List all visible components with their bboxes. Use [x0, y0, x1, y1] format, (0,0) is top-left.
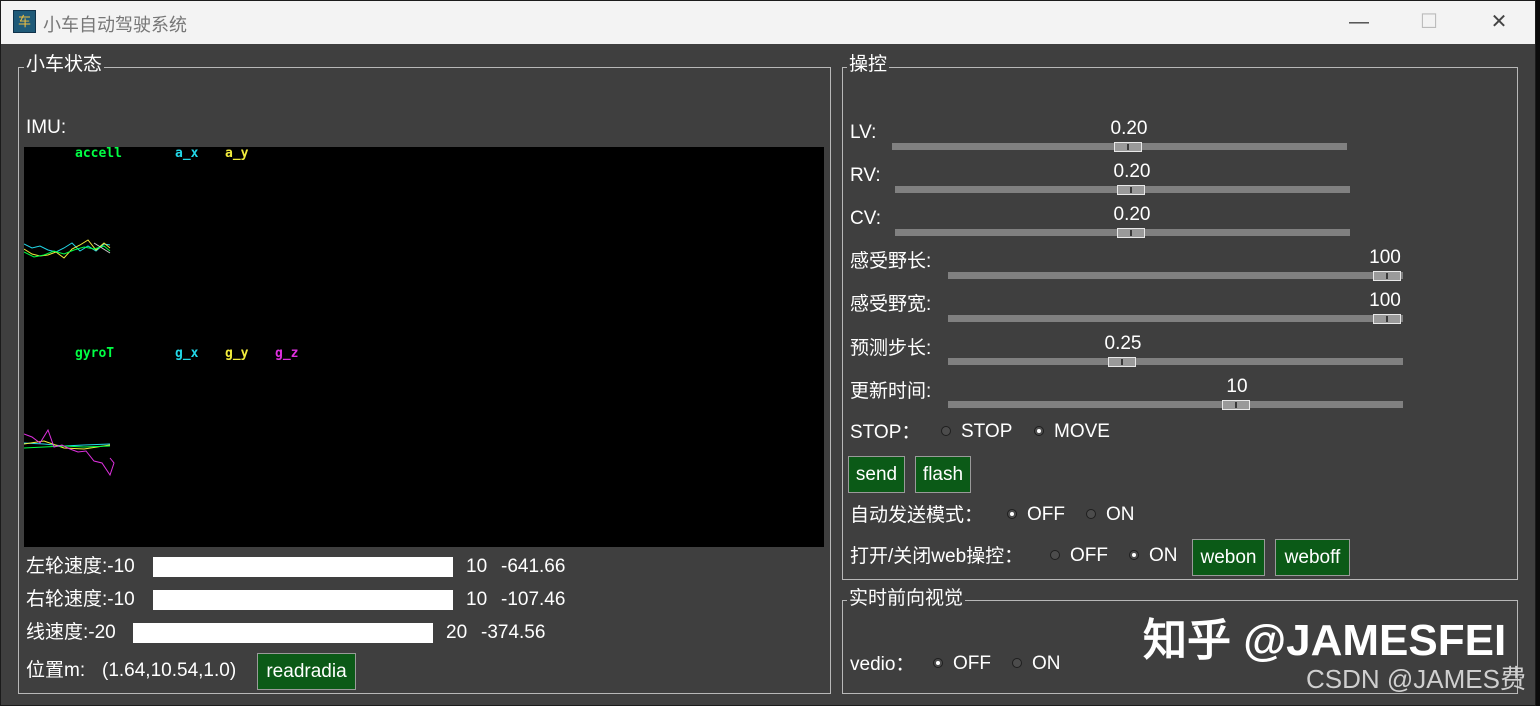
update-time-slider-handle[interactable]	[1222, 400, 1250, 410]
close-button[interactable]: ✕	[1469, 7, 1529, 37]
stop-radio[interactable]	[941, 426, 951, 436]
right-wheel-value: -107.46	[501, 589, 566, 610]
vedio-on-label[interactable]: ON	[1032, 653, 1061, 675]
left-wheel-value: -641.66	[501, 556, 566, 577]
rv-label: RV:	[850, 165, 881, 186]
stop-option-label[interactable]: STOP	[961, 421, 1012, 443]
imu-label: IMU:	[26, 117, 67, 138]
web-on-label[interactable]: ON	[1149, 545, 1178, 567]
status-frame-title: 小车状态	[24, 54, 105, 75]
left-wheel-max: 10	[466, 556, 488, 577]
webon-button[interactable]: webon	[1192, 539, 1265, 576]
linear-speed-label: 线速度:-20	[26, 622, 116, 643]
linear-speed-max: 20	[446, 622, 468, 643]
right-wheel-max: 10	[466, 589, 488, 610]
cv-label: CV:	[850, 208, 881, 229]
vision-frame-title: 实时前向视觉	[847, 588, 966, 609]
control-frame-title: 操控	[847, 54, 890, 75]
update-time-slider[interactable]	[948, 401, 1403, 408]
web-control-label: 打开/关闭web操控：	[850, 546, 1024, 567]
auto-off-label[interactable]: OFF	[1027, 504, 1065, 526]
predict-step-slider[interactable]	[948, 358, 1403, 365]
cv-slider-handle[interactable]	[1117, 228, 1145, 238]
left-wheel-bar	[153, 557, 453, 577]
send-button[interactable]: send	[848, 456, 905, 493]
lv-value: 0.20	[1110, 118, 1148, 139]
gyro-trace-cyan	[24, 442, 111, 447]
lv-slider-handle[interactable]	[1114, 142, 1142, 152]
flash-button[interactable]: flash	[915, 456, 971, 493]
imu-traces	[24, 239, 115, 477]
rv-slider-handle[interactable]	[1117, 185, 1145, 195]
auto-off-radio[interactable]	[1007, 509, 1017, 519]
left-wheel-label: 左轮速度:-10	[26, 556, 135, 577]
predict-step-slider-handle[interactable]	[1108, 357, 1136, 367]
rf-width-label: 感受野宽:	[850, 294, 932, 315]
predict-step-value: 0.25	[1104, 333, 1142, 354]
vedio-off-radio[interactable]	[933, 658, 943, 668]
zhihu-watermark: 知乎 @JAMESFEI	[1143, 616, 1507, 665]
rf-length-label: 感受野长:	[850, 251, 932, 272]
web-off-label[interactable]: OFF	[1070, 545, 1108, 567]
update-time-value: 10	[1226, 376, 1248, 397]
position-value: (1.64,10.54,1.0)	[102, 660, 237, 681]
linear-speed-value: -374.56	[481, 622, 546, 643]
gyro-trace-magenta	[24, 428, 115, 477]
auto-on-label[interactable]: ON	[1106, 504, 1135, 526]
csdn-watermark: CSDN @JAMES费	[1306, 664, 1526, 694]
vedio-on-radio[interactable]	[1012, 658, 1022, 668]
web-on-radio[interactable]	[1129, 550, 1139, 560]
linear-speed-bar	[133, 623, 433, 643]
web-off-radio[interactable]	[1050, 550, 1060, 560]
rf-length-slider[interactable]	[948, 272, 1403, 279]
stop-label: STOP：	[850, 422, 921, 443]
right-wheel-bar	[153, 590, 453, 610]
auto-send-label: 自动发送模式：	[850, 505, 984, 526]
minimize-button[interactable]: —	[1329, 7, 1389, 37]
auto-on-radio[interactable]	[1086, 509, 1096, 519]
position-label: 位置m:	[26, 660, 86, 681]
lv-label: LV:	[850, 122, 877, 143]
predict-step-label: 预测步长:	[850, 338, 932, 359]
accel-trace-yellow	[24, 239, 111, 259]
rf-length-slider-handle[interactable]	[1373, 271, 1401, 281]
rf-width-slider[interactable]	[948, 315, 1403, 322]
main-window: 车 小车自动驾驶系统 — ☐ ✕ 小车状态 IMU: accell a_x a_…	[0, 0, 1536, 706]
app-icon: 车	[13, 10, 36, 33]
maximize-button[interactable]: ☐	[1399, 7, 1459, 37]
vedio-off-label[interactable]: OFF	[953, 653, 991, 675]
weboff-button[interactable]: weboff	[1275, 539, 1350, 576]
window-title: 小车自动驾驶系统	[43, 15, 187, 35]
vedio-label: vedio：	[850, 654, 915, 675]
rf-length-value: 100	[1369, 247, 1401, 268]
move-option-label[interactable]: MOVE	[1054, 421, 1110, 443]
move-radio[interactable]	[1034, 426, 1044, 436]
right-wheel-label: 右轮速度:-10	[26, 589, 135, 610]
rf-width-slider-handle[interactable]	[1373, 314, 1401, 324]
rv-value: 0.20	[1113, 161, 1151, 182]
update-time-label: 更新时间:	[850, 381, 932, 402]
title-bar[interactable]: 车 小车自动驾驶系统 — ☐ ✕	[1, 1, 1535, 44]
readradia-button[interactable]: readradia	[257, 653, 356, 690]
cv-value: 0.20	[1113, 204, 1151, 225]
imu-plot: accell a_x a_y gyroT g_x g_y g_z	[24, 147, 824, 547]
rf-width-value: 100	[1369, 290, 1401, 311]
